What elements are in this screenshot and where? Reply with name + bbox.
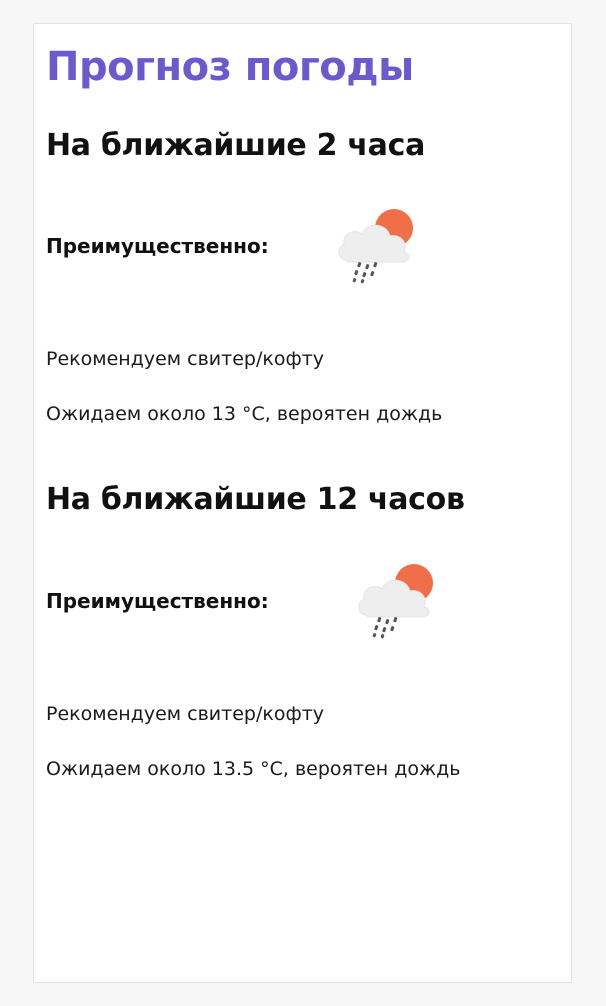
forecast-heading: На ближайшие 12 часов <box>46 482 465 517</box>
forecast-heading: На ближайшие 2 часа <box>46 128 426 163</box>
forecast-card: Прогноз погоды На ближайшие 2 часа Преим… <box>33 23 572 983</box>
mostly-label: Преимущественно: <box>46 234 269 258</box>
page-title: Прогноз погоды <box>46 44 414 90</box>
mostly-label: Преимущественно: <box>46 589 269 613</box>
expectation-text: Ожидаем около 13 °C, вероятен дождь <box>46 403 443 425</box>
expectation-text: Ожидаем около 13.5 °C, вероятен дождь <box>46 758 461 780</box>
cloud-sun-rain-icon <box>336 204 418 284</box>
recommendation-text: Рекомендуем свитер/кофту <box>46 703 325 725</box>
recommendation-text: Рекомендуем свитер/кофту <box>46 348 325 370</box>
cloud-sun-rain-icon <box>356 559 438 639</box>
